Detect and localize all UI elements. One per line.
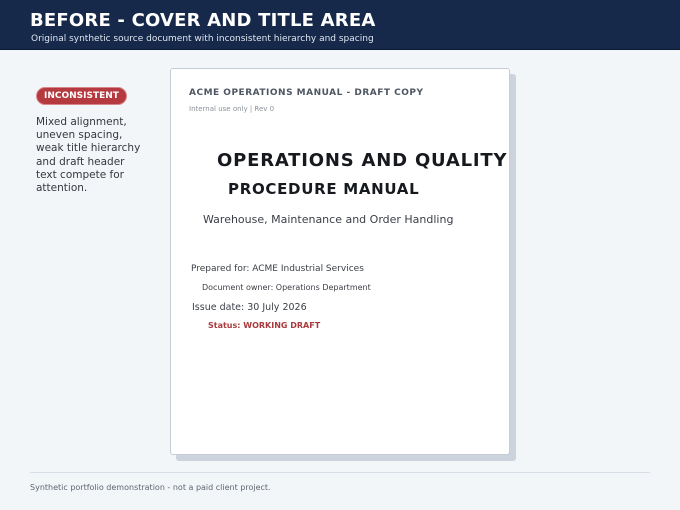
status-label: Status: WORKING DRAFT	[208, 321, 321, 330]
document-owner: Document owner: Operations Department	[202, 283, 371, 292]
page-subtitle: Original synthetic source document with …	[31, 34, 374, 44]
issue-date: Issue date: 30 July 2026	[192, 302, 307, 313]
side-note: Mixed alignment, uneven spacing, weak ti…	[36, 116, 141, 195]
page-title: BEFORE - COVER AND TITLE AREA	[30, 10, 376, 31]
prepared-for: Prepared for: ACME Industrial Services	[191, 264, 364, 274]
document-page: ACME OPERATIONS MANUAL - DRAFT COPY Inte…	[170, 68, 510, 455]
draft-header: ACME OPERATIONS MANUAL - DRAFT COPY	[189, 88, 424, 98]
document-meta: Internal use only | Rev 0	[189, 105, 275, 113]
header-bar: BEFORE - COVER AND TITLE AREA Original s…	[0, 0, 680, 50]
document-subtitle: Warehouse, Maintenance and Order Handlin…	[203, 213, 454, 226]
document-title-line-2: PROCEDURE MANUAL	[228, 180, 420, 198]
document-title-line-1: OPERATIONS AND QUALITY	[217, 150, 508, 171]
inconsistent-badge: INCONSISTENT	[36, 87, 127, 105]
footer-divider	[30, 472, 650, 473]
footer-note: Synthetic portfolio demonstration - not …	[30, 483, 271, 492]
